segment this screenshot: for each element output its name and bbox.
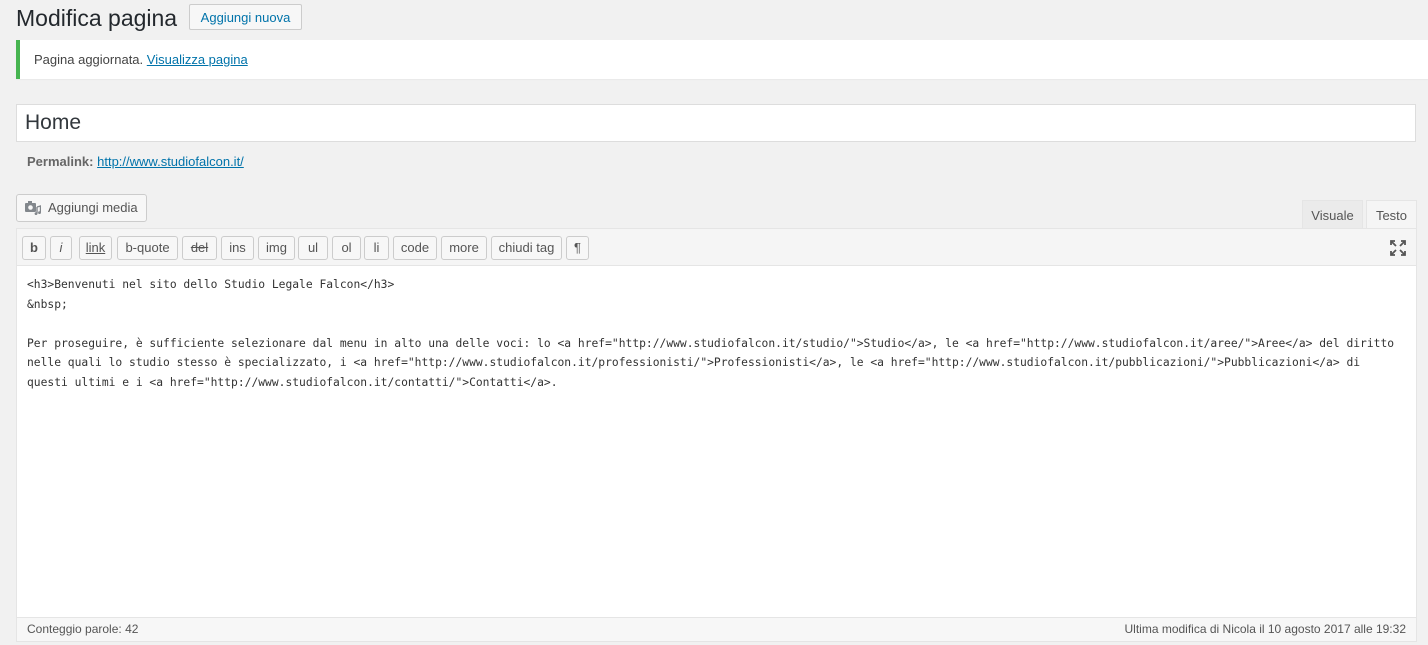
editor-textarea[interactable]: <h3>Benvenuti nel sito dello Studio Lega… (27, 275, 1396, 392)
quicktag-link-button[interactable]: link (79, 236, 112, 260)
quicktag-ins-button[interactable]: ins (221, 236, 254, 260)
page-title: Modifica pagina (16, 5, 178, 31)
view-page-link[interactable]: Visualizza pagina (147, 52, 248, 67)
permalink-url[interactable]: http://www.studiofalcon.it/ (97, 154, 244, 169)
quicktag-ul-button[interactable]: ul (298, 236, 328, 260)
add-media-button[interactable]: Aggiungi media (16, 194, 147, 222)
notice-text: Pagina aggiornata. (34, 52, 144, 67)
permalink: Permalink: http://www.studiofalcon.it/ (27, 154, 244, 170)
quicktag-del-button[interactable]: del (182, 236, 217, 260)
quicktag-li-button[interactable]: li (364, 236, 389, 260)
post-title-input[interactable]: Home (16, 104, 1416, 142)
quicktag-paragraph-button[interactable]: ¶ (566, 236, 589, 260)
last-modified: Ultima modifica di Nicola il 10 agosto 2… (1124, 622, 1407, 636)
tab-visual[interactable]: Visuale (1302, 200, 1363, 229)
quicktag-code-button[interactable]: code (393, 236, 437, 260)
fullscreen-expand-icon[interactable] (1390, 240, 1406, 256)
word-count: Conteggio parole: 42 (27, 622, 139, 636)
editor-status-bar: Conteggio parole: 42 Ultima modifica di … (17, 617, 1416, 641)
quicktag-ol-button[interactable]: ol (332, 236, 361, 260)
add-new-button[interactable]: Aggiungi nuova (189, 4, 302, 30)
add-media-label: Aggiungi media (48, 200, 138, 215)
quicktag-italic-button[interactable]: i (50, 236, 72, 260)
quicktag-bold-button[interactable]: b (22, 236, 46, 260)
update-notice: Pagina aggiornata. Visualizza pagina (16, 40, 1428, 79)
tab-text[interactable]: Testo (1366, 200, 1417, 229)
camera-music-icon (25, 201, 41, 215)
permalink-label: Permalink: (27, 154, 94, 169)
quicktag-bquote-button[interactable]: b-quote (117, 236, 178, 260)
quicktag-close-tags-button[interactable]: chiudi tag (491, 236, 562, 260)
quicktag-img-button[interactable]: img (258, 236, 295, 260)
quicktag-more-button[interactable]: more (441, 236, 487, 260)
text-editor: b i link b-quote del ins img ul ol li co… (16, 228, 1417, 642)
quicktags-toolbar: b i link b-quote del ins img ul ol li co… (17, 229, 1416, 266)
